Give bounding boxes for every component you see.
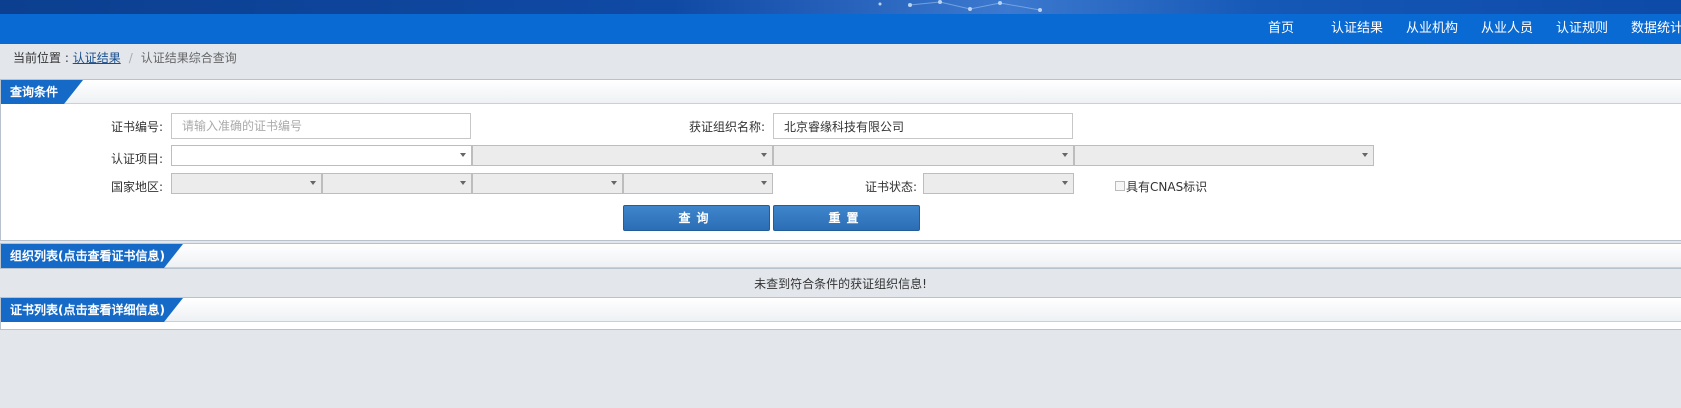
cert-status-label: 证书状态: bbox=[864, 180, 917, 194]
chevron-down-icon bbox=[310, 181, 316, 185]
chevron-down-icon bbox=[761, 153, 767, 157]
chevron-down-icon bbox=[761, 181, 767, 185]
cnas-checkbox-label: 具有CNAS标识 bbox=[1126, 180, 1208, 194]
cert-list-panel-header: 证书列表(点击查看详细信息) bbox=[1, 298, 1681, 322]
query-panel-title: 查询条件 bbox=[1, 80, 83, 104]
org-list-panel-header: 组织列表(点击查看证书信息) bbox=[1, 244, 1681, 268]
cert-list-panel-title[interactable]: 证书列表(点击查看详细信息) bbox=[1, 298, 183, 322]
org-name-input[interactable] bbox=[773, 113, 1073, 139]
nav-item-cert-results[interactable]: 认证结果 bbox=[1331, 14, 1383, 44]
breadcrumb-link-cert-results[interactable]: 认证结果 bbox=[73, 51, 121, 65]
breadcrumb-prefix: 当前位置 : bbox=[13, 51, 73, 65]
org-name-label: 获证组织名称: bbox=[688, 120, 765, 134]
cert-project-select-1[interactable] bbox=[171, 145, 472, 166]
cert-status-select[interactable] bbox=[923, 173, 1074, 194]
breadcrumb-current: 认证结果综合查询 bbox=[140, 51, 237, 65]
header-banner bbox=[0, 0, 1681, 14]
query-button[interactable]: 查询 bbox=[623, 205, 770, 231]
nav-item-agencies[interactable]: 从业机构 bbox=[1406, 14, 1458, 44]
cert-project-select-2[interactable] bbox=[472, 145, 773, 166]
chevron-down-icon bbox=[1062, 153, 1068, 157]
region-select-1[interactable] bbox=[171, 173, 322, 194]
chevron-down-icon bbox=[460, 153, 466, 157]
region-select-3[interactable] bbox=[472, 173, 623, 194]
query-panel-header: 查询条件 bbox=[1, 80, 1681, 104]
chevron-down-icon bbox=[1062, 181, 1068, 185]
chevron-down-icon bbox=[611, 181, 617, 185]
cert-project-select-4[interactable] bbox=[1074, 145, 1374, 166]
org-list-panel-title[interactable]: 组织列表(点击查看证书信息) bbox=[1, 244, 183, 268]
chevron-down-icon bbox=[1362, 153, 1368, 157]
nav-item-rules[interactable]: 认证规则 bbox=[1556, 14, 1608, 44]
nav-item-statistics[interactable]: 数据统计 bbox=[1631, 14, 1681, 44]
reset-button[interactable]: 重置 bbox=[773, 205, 920, 231]
region-label: 国家地区: bbox=[110, 180, 163, 194]
nav-item-personnel[interactable]: 从业人员 bbox=[1481, 14, 1533, 44]
nav-item-home[interactable]: 首页 bbox=[1268, 14, 1294, 44]
cert-list-panel: 证书列表(点击查看详细信息) bbox=[0, 297, 1681, 330]
banner-network-graphic bbox=[878, 0, 1042, 12]
cert-no-label: 证书编号: bbox=[110, 120, 163, 134]
cnas-checkbox[interactable] bbox=[1115, 181, 1125, 191]
breadcrumb-separator: / bbox=[128, 51, 133, 65]
cert-project-select-3[interactable] bbox=[773, 145, 1074, 166]
org-list-panel: 组织列表(点击查看证书信息) bbox=[0, 243, 1681, 269]
region-select-4[interactable] bbox=[623, 173, 773, 194]
main-nav: 首页 认证结果 从业机构 从业人员 认证规则 数据统计 bbox=[0, 14, 1681, 44]
org-list-empty-message: 未查到符合条件的获证组织信息! bbox=[754, 277, 927, 291]
chevron-down-icon bbox=[460, 181, 466, 185]
query-panel: 查询条件 证书编号: 获证组织名称: 认证项目: 国家地区: 证书状态: 具有C… bbox=[0, 79, 1681, 241]
cert-no-input[interactable] bbox=[171, 113, 471, 139]
cert-project-label: 认证项目: bbox=[110, 152, 163, 166]
breadcrumb: 当前位置 : 认证结果 / 认证结果综合查询 bbox=[13, 50, 237, 66]
region-select-2[interactable] bbox=[322, 173, 472, 194]
